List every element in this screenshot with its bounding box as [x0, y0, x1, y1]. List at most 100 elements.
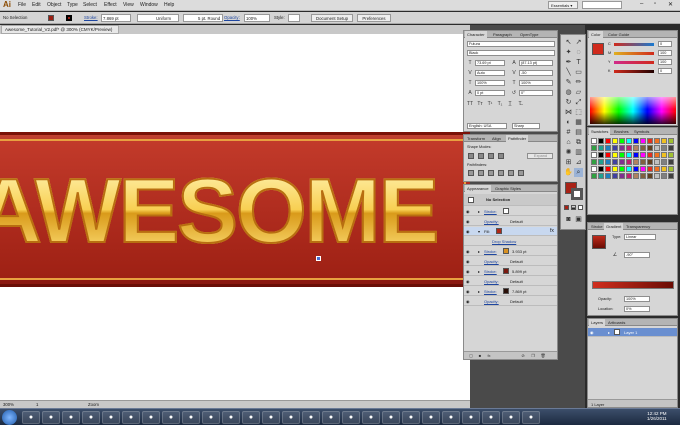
- swatch[interactable]: [619, 152, 625, 158]
- swatch[interactable]: [612, 152, 618, 158]
- zoom-level[interactable]: 300%: [3, 402, 14, 407]
- brush-definition[interactable]: 5 pt. Round: [184, 16, 220, 21]
- add-effect-icon[interactable]: fx: [486, 353, 492, 359]
- preferences-button[interactable]: Preferences: [357, 14, 391, 22]
- taskbar-app-icon[interactable]: ●: [62, 411, 80, 424]
- swatch[interactable]: [647, 173, 653, 179]
- taskbar-app-icon[interactable]: ●: [42, 411, 60, 424]
- anchor-point-marker[interactable]: [316, 256, 321, 261]
- taskbar-app-icon[interactable]: ●: [502, 411, 520, 424]
- paintbrush-tool-icon[interactable]: ✎: [564, 78, 573, 87]
- magenta-field[interactable]: 100: [658, 50, 672, 56]
- swatch[interactable]: [619, 145, 625, 151]
- gradient-preview[interactable]: [592, 235, 606, 249]
- swatch[interactable]: [612, 159, 618, 165]
- swatch[interactable]: [598, 138, 604, 144]
- swatch-grid[interactable]: [591, 138, 676, 193]
- visibility-eye-icon[interactable]: ◉: [466, 209, 471, 214]
- swatch[interactable]: [591, 159, 597, 165]
- swatch[interactable]: [633, 152, 639, 158]
- fill-swatch-red[interactable]: [496, 228, 502, 234]
- restore-icon[interactable]: ▫: [654, 1, 656, 7]
- tab-color-guide[interactable]: Color Guide: [606, 31, 631, 38]
- horizontal-scale-field[interactable]: 100%: [519, 80, 553, 86]
- expand-button[interactable]: Expand: [527, 153, 553, 159]
- swatch[interactable]: [640, 173, 646, 179]
- tab-character[interactable]: Character: [465, 31, 487, 38]
- duplicate-item-icon[interactable]: ❐: [530, 353, 536, 359]
- outline-icon[interactable]: [508, 170, 514, 176]
- swatch[interactable]: [640, 166, 646, 172]
- stroke-swatch-darkred[interactable]: [503, 268, 509, 274]
- swatch[interactable]: [633, 145, 639, 151]
- anti-aliasing-field[interactable]: Sharp: [512, 123, 540, 129]
- language-field[interactable]: English: USA: [467, 123, 507, 129]
- appearance-row[interactable]: ◉ ▸ Stroke:: [464, 207, 557, 216]
- current-fill-color[interactable]: [592, 43, 604, 55]
- add-fill-icon[interactable]: ■: [477, 353, 483, 359]
- start-button[interactable]: [2, 410, 17, 425]
- swatch[interactable]: [626, 152, 632, 158]
- swatch[interactable]: [640, 159, 646, 165]
- document-setup-button[interactable]: Document Setup: [311, 14, 353, 22]
- tab-align[interactable]: Align: [490, 135, 503, 142]
- swatch[interactable]: [633, 166, 639, 172]
- zoom-tool-icon[interactable]: ⌕: [574, 168, 583, 177]
- rotate-tool-icon[interactable]: ↻: [564, 98, 573, 107]
- gradient-angle-field[interactable]: -90°: [624, 252, 650, 258]
- swatch[interactable]: [612, 138, 618, 144]
- swatch[interactable]: [647, 152, 653, 158]
- font-family-field[interactable]: Futura: [467, 41, 555, 47]
- stroke-swatch[interactable]: [66, 15, 72, 21]
- swatch[interactable]: [654, 152, 660, 158]
- blend-tool-icon[interactable]: ⧉: [574, 138, 583, 147]
- swatch[interactable]: [612, 173, 618, 179]
- color-mode-icon[interactable]: [564, 205, 569, 210]
- taskbar-app-icon[interactable]: ●: [262, 411, 280, 424]
- taskbar-app-icon[interactable]: ●: [82, 411, 100, 424]
- fill-swatch[interactable]: [48, 15, 54, 21]
- tab-appearance[interactable]: Appearance: [465, 185, 491, 192]
- tab-transform[interactable]: Transform: [465, 135, 487, 142]
- taskbar-app-icon[interactable]: ●: [162, 411, 180, 424]
- baseline-shift-field[interactable]: 0 pt: [475, 90, 505, 96]
- close-icon[interactable]: ✕: [668, 1, 673, 8]
- stop-location-field[interactable]: 0%: [624, 306, 650, 312]
- perspective-grid-icon[interactable]: ▦: [574, 118, 583, 127]
- yellow-field[interactable]: 100: [658, 59, 672, 65]
- swatch[interactable]: [626, 159, 632, 165]
- subscript-icon[interactable]: T₁: [497, 101, 503, 107]
- free-transform-icon[interactable]: ⬚: [574, 108, 583, 117]
- none-mode-icon[interactable]: [578, 205, 583, 210]
- swatch[interactable]: [605, 173, 611, 179]
- tab-symbols[interactable]: Symbols: [632, 128, 651, 135]
- stroke-label[interactable]: Stroke:: [84, 15, 98, 20]
- tab-opentype[interactable]: OpenType: [518, 31, 540, 38]
- swatch[interactable]: [668, 145, 674, 151]
- selection-tool-icon[interactable]: ↖: [564, 38, 573, 47]
- width-tool-icon[interactable]: ⋈: [564, 108, 573, 117]
- taskbar-app-icon[interactable]: ●: [282, 411, 300, 424]
- swatch[interactable]: [661, 159, 667, 165]
- gradient-slider[interactable]: [592, 281, 674, 289]
- draw-mode-icon[interactable]: ◙: [564, 215, 573, 224]
- swatch[interactable]: [591, 138, 597, 144]
- visibility-eye-icon[interactable]: ◉: [466, 279, 471, 284]
- tab-paragraph[interactable]: Paragraph: [491, 31, 514, 38]
- swatch[interactable]: [654, 138, 660, 144]
- gradient-mode-icon[interactable]: [571, 205, 576, 210]
- stop-opacity-field[interactable]: 100%: [624, 296, 650, 302]
- swatch[interactable]: [668, 138, 674, 144]
- menu-file[interactable]: File: [18, 2, 26, 8]
- cyan-slider[interactable]: [614, 43, 654, 46]
- swatch[interactable]: [633, 173, 639, 179]
- taskbar-app-icon[interactable]: ●: [342, 411, 360, 424]
- layer-row[interactable]: ◉ ▸ Layer 1: [588, 328, 677, 337]
- line-tool-icon[interactable]: ╲: [564, 68, 573, 77]
- symbol-sprayer-icon[interactable]: ✺: [564, 148, 573, 157]
- taskbar-app-icon[interactable]: ●: [182, 411, 200, 424]
- black-field[interactable]: 0: [658, 68, 672, 74]
- kerning-field[interactable]: Auto: [475, 70, 505, 76]
- strikethrough-icon[interactable]: T̶: [517, 101, 523, 107]
- magic-wand-icon[interactable]: ✦: [564, 48, 573, 57]
